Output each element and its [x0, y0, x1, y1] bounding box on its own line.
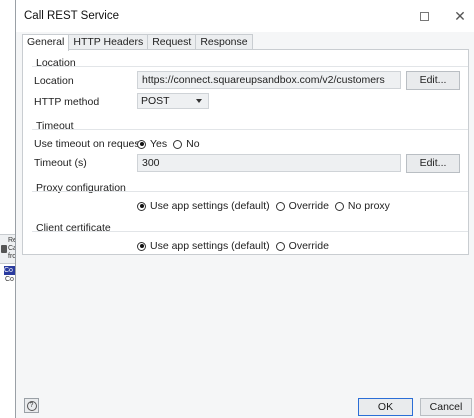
- tab-http-headers[interactable]: HTTP Headers: [68, 34, 149, 50]
- radio-selected-icon: [137, 139, 146, 149]
- help-button[interactable]: ?: [24, 398, 39, 413]
- tab-bar: General HTTP Headers Request Response: [22, 34, 253, 51]
- maximize-button[interactable]: [416, 8, 432, 24]
- radio-empty-icon: [334, 201, 344, 211]
- ok-button[interactable]: OK: [358, 398, 413, 416]
- use-timeout-radio-group: Yes No: [137, 138, 206, 150]
- radio-selected-icon: [137, 241, 146, 251]
- certificate-app-settings-radio[interactable]: Use app settings (default): [137, 240, 270, 252]
- call-rest-service-dialog: Call REST Service ✕ General HTTP Headers…: [15, 0, 474, 418]
- http-method-select[interactable]: POST: [137, 93, 209, 109]
- proxy-app-settings-label: Use app settings (default): [150, 200, 270, 212]
- proxy-none-label: No proxy: [347, 200, 390, 212]
- certificate-override-radio[interactable]: Override: [275, 240, 329, 252]
- dialog-footer: ? OK Cancel: [16, 394, 474, 418]
- certificate-app-settings-label: Use app settings (default): [150, 240, 270, 252]
- timeout-yes-label: Yes: [150, 138, 168, 150]
- background-activity-item: Re Ca fro: [0, 234, 16, 264]
- timeout-yes-radio[interactable]: Yes: [137, 138, 167, 150]
- location-field[interactable]: https://connect.squareupsandbox.com/v2/c…: [137, 71, 401, 89]
- radio-empty-icon: [275, 241, 285, 251]
- section-divider: [32, 66, 468, 67]
- cancel-button[interactable]: Cancel: [420, 398, 472, 416]
- proxy-section-title: Proxy configuration: [36, 182, 126, 194]
- proxy-none-radio[interactable]: No proxy: [334, 200, 390, 212]
- timeout-section-title: Timeout: [36, 120, 74, 132]
- section-divider: [32, 231, 468, 232]
- tab-request[interactable]: Request: [147, 34, 197, 50]
- close-button[interactable]: ✕: [452, 8, 468, 24]
- chevron-down-icon: [196, 99, 202, 103]
- window-title: Call REST Service: [24, 10, 120, 22]
- radio-selected-icon: [137, 201, 146, 211]
- tab-general[interactable]: General: [22, 34, 70, 51]
- close-icon: ✕: [454, 7, 466, 24]
- activity-icon: [1, 245, 7, 253]
- use-timeout-label: Use timeout on request: [34, 138, 143, 150]
- timeout-edit-button[interactable]: Edit...: [406, 154, 460, 173]
- tab-response[interactable]: Response: [195, 34, 253, 50]
- certificate-radio-group: Use app settings (default) Override: [137, 240, 335, 252]
- timeout-no-radio[interactable]: No: [173, 138, 200, 150]
- timeout-seconds-field[interactable]: 300: [137, 154, 401, 172]
- help-icon: ?: [26, 400, 37, 411]
- title-bar: Call REST Service ✕: [16, 0, 474, 32]
- certificate-override-label: Override: [288, 240, 329, 252]
- certificate-section-title: Client certificate: [36, 222, 111, 234]
- http-method-label: HTTP method: [34, 96, 100, 108]
- radio-empty-icon: [173, 139, 183, 149]
- proxy-radio-group: Use app settings (default) Override No p…: [137, 200, 396, 212]
- background-app-fragment: Re Ca fro Co Co: [0, 228, 16, 288]
- location-section-title: Location: [36, 57, 76, 69]
- timeout-no-label: No: [186, 138, 200, 150]
- http-method-value: POST: [141, 95, 170, 107]
- proxy-override-label: Override: [288, 200, 329, 212]
- maximize-icon: [419, 11, 429, 21]
- timeout-seconds-label: Timeout (s): [34, 157, 87, 169]
- location-edit-button[interactable]: Edit...: [406, 71, 460, 90]
- section-divider: [32, 129, 468, 130]
- section-divider: [32, 191, 468, 192]
- radio-empty-icon: [275, 201, 285, 211]
- proxy-override-radio[interactable]: Override: [275, 200, 329, 212]
- proxy-app-settings-radio[interactable]: Use app settings (default): [137, 200, 270, 212]
- location-label: Location: [34, 75, 74, 87]
